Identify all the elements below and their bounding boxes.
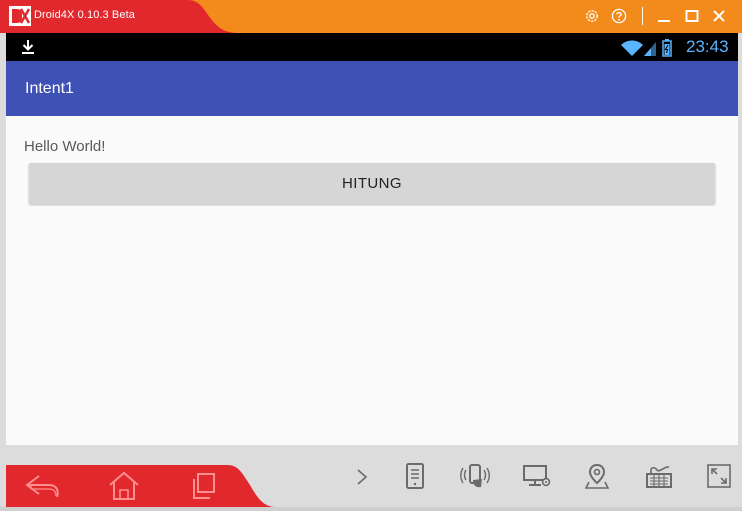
emulator-title-bar: Droid4X 0.10.3 Beta [0, 0, 742, 33]
recent-apps-icon [193, 473, 215, 499]
location-icon [584, 463, 610, 489]
keyboard-icon [646, 466, 672, 488]
app-bar: Intent1 [6, 61, 738, 116]
keyboard-button[interactable] [644, 461, 674, 491]
android-status-bar: 23:43 [6, 33, 738, 61]
close-button[interactable] [710, 5, 728, 27]
emulator-toolbar [6, 445, 738, 507]
app-manager-icon [406, 463, 424, 489]
hitung-button[interactable]: HITUNG [29, 163, 715, 204]
maximize-button[interactable] [683, 5, 701, 27]
window-frame-right [738, 33, 742, 511]
expand-toolbar-button[interactable] [348, 463, 376, 491]
hello-text: Hello World! [24, 138, 106, 155]
shake-icon [460, 464, 490, 488]
back-button[interactable] [22, 467, 64, 505]
title-bar-separator [642, 7, 643, 25]
fullscreen-icon [707, 464, 731, 488]
window-frame-bottom [0, 507, 742, 511]
home-button[interactable] [104, 467, 144, 505]
help-icon [611, 8, 627, 24]
close-icon [713, 10, 725, 22]
recent-apps-button[interactable] [184, 467, 222, 505]
battery-icon [662, 39, 672, 57]
minimize-button[interactable] [655, 5, 673, 27]
back-icon [25, 475, 59, 498]
display-settings-icon [523, 465, 551, 487]
window-title: Droid4X 0.10.3 Beta [34, 9, 135, 21]
app-content: Hello World! HITUNG [6, 116, 738, 445]
window-frame-left [0, 33, 6, 511]
app-title: Intent1 [25, 80, 74, 97]
settings-button[interactable] [582, 5, 602, 27]
wifi-icon [621, 40, 643, 56]
help-button[interactable] [609, 5, 629, 27]
status-icons [621, 39, 672, 57]
gear-icon [586, 10, 598, 22]
status-clock: 23:43 [686, 37, 729, 56]
fullscreen-button[interactable] [704, 461, 734, 491]
home-icon [109, 471, 139, 500]
expand-arrow-icon [357, 469, 368, 485]
app-manager-button[interactable] [400, 461, 430, 491]
minimize-icon [658, 20, 670, 22]
display-settings-button[interactable] [520, 461, 554, 491]
droid4x-logo-icon [9, 6, 31, 26]
download-icon [22, 40, 34, 54]
emulator-window: Droid4X 0.10.3 Beta 23:43 Intent1 Hello … [0, 0, 742, 511]
maximize-icon [685, 10, 699, 22]
signal-icon [644, 42, 656, 56]
shake-button[interactable] [458, 461, 492, 491]
location-button[interactable] [582, 461, 612, 491]
